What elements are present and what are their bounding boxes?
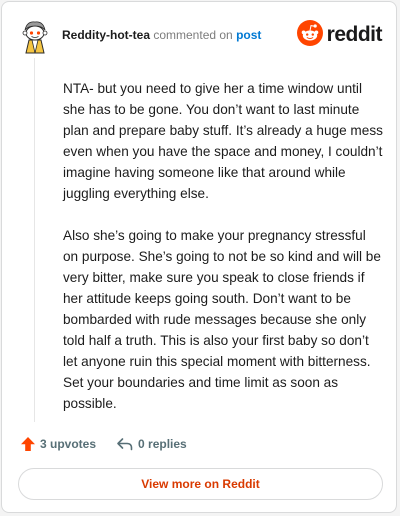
user-avatar[interactable]	[18, 18, 52, 54]
thread-line	[34, 58, 35, 422]
action-text: commented on	[153, 28, 233, 42]
replies-button[interactable]: 0 replies	[116, 436, 187, 452]
reddit-wordmark: reddit	[326, 23, 383, 46]
post-link[interactable]: post	[236, 28, 261, 42]
comment-body: NTA- but you need to give her a time win…	[63, 78, 383, 435]
author-name[interactable]: Reddity-hot-tea	[62, 28, 150, 42]
upvote-button[interactable]: 3 upvotes	[20, 436, 96, 452]
view-more-button[interactable]: View more on Reddit	[18, 468, 383, 500]
reply-count: 0 replies	[138, 437, 187, 451]
embedded-comment-card: Reddity-hot-tea commented on post reddit	[1, 1, 397, 513]
reddit-logo[interactable]: reddit	[296, 19, 383, 51]
reply-arrow-icon	[116, 436, 134, 452]
comment-header: Reddity-hot-tea commented on post reddit	[18, 16, 383, 56]
comment-actions: 3 upvotes 0 replies	[20, 434, 187, 454]
upvote-count: 3 upvotes	[40, 437, 97, 451]
comment-paragraph-1: NTA- but you need to give her a time win…	[63, 81, 383, 201]
comment-byline: Reddity-hot-tea commented on post	[62, 28, 261, 42]
upvote-arrow-icon	[20, 436, 36, 452]
comment-paragraph-2: Also she’s going to make your pregnancy …	[63, 228, 381, 411]
snoo-icon	[296, 19, 323, 51]
